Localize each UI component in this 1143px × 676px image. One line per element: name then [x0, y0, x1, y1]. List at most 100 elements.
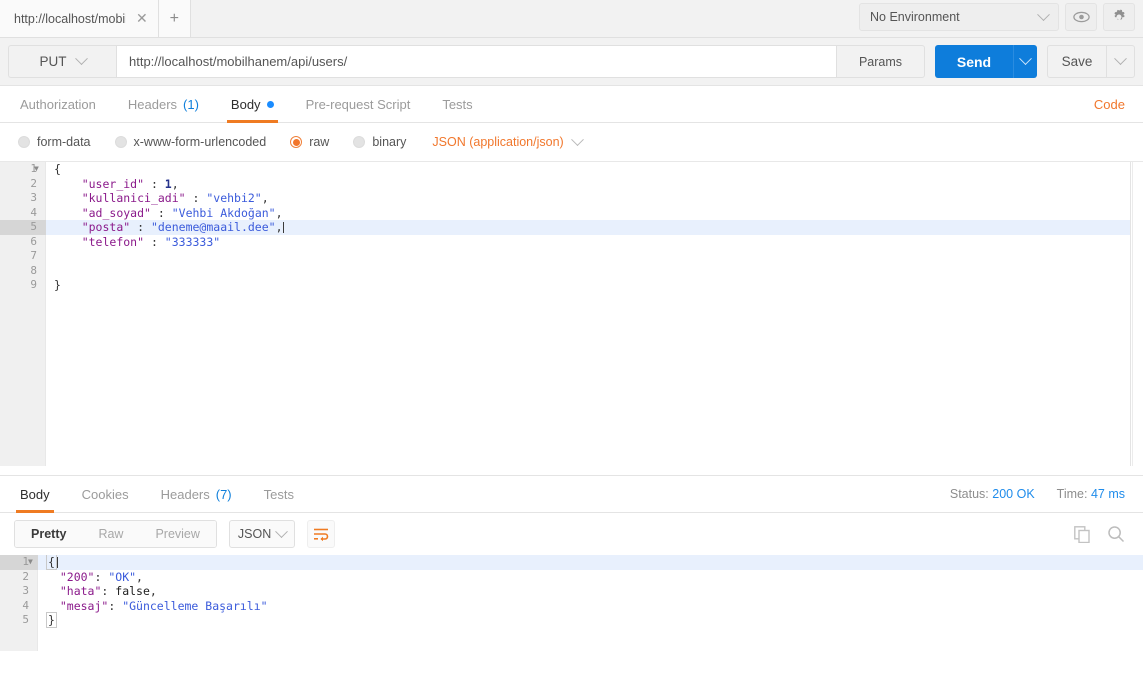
new-tab-button[interactable]: + — [158, 0, 191, 37]
status-label: Status: — [949, 487, 989, 501]
response-toolbar: Pretty Raw Preview JSON — [0, 513, 1143, 555]
body-type-binary[interactable]: binary — [343, 135, 416, 149]
tab-body[interactable]: Body — [215, 86, 290, 123]
tab-pre-request-script[interactable]: Pre-request Script — [290, 86, 427, 123]
response-separator — [0, 466, 1143, 476]
line-number: 2 — [22, 569, 29, 583]
body-type-raw[interactable]: raw — [280, 135, 339, 149]
tab-tests[interactable]: Tests — [426, 86, 488, 123]
save-options-button[interactable] — [1107, 45, 1135, 78]
tab-headers[interactable]: Headers (1) — [112, 86, 215, 123]
code-line[interactable]: 4 "ad_soyad" : "Vehbi Akdoğan", — [0, 206, 1130, 221]
http-method-select[interactable]: PUT — [8, 45, 116, 78]
settings-button[interactable] — [1103, 3, 1135, 31]
text-cursor — [56, 557, 58, 569]
content-type-select[interactable]: JSON (application/json) — [432, 132, 584, 149]
code-line[interactable]: 5} — [0, 612, 1143, 629]
view-mode-preview[interactable]: Preview — [139, 521, 216, 547]
http-method-label: PUT — [39, 54, 67, 69]
body-type-form-data[interactable]: form-data — [8, 135, 101, 149]
code-line[interactable]: 5 "posta" : "deneme@maail.dee", — [0, 220, 1130, 235]
response-format-label: JSON — [237, 527, 272, 541]
chevron-down-icon — [1037, 7, 1050, 21]
fold-toggle-icon[interactable]: ▼ — [34, 162, 39, 177]
body-type-row: form-data x-www-form-urlencoded raw bina… — [0, 123, 1143, 161]
line-number: 7 — [30, 249, 37, 262]
environment-label: No Environment — [870, 10, 960, 24]
code-line[interactable]: 6 "telefon" : "333333" — [0, 235, 1130, 250]
chevron-down-icon — [1019, 52, 1032, 66]
code-line[interactable]: 7 — [0, 249, 1130, 264]
tab-label: Body — [20, 486, 50, 502]
search-icon[interactable] — [1107, 525, 1125, 543]
code-line[interactable]: 9} — [0, 278, 1130, 293]
response-view-mode-group: Pretty Raw Preview — [14, 520, 217, 548]
request-tab-title: http://localhost/mobil — [14, 11, 126, 26]
tab-authorization[interactable]: Authorization — [4, 86, 112, 123]
environment-select[interactable]: No Environment — [859, 3, 1059, 31]
response-tab-headers[interactable]: Headers (7) — [145, 476, 248, 513]
code-text: } — [54, 278, 61, 293]
request-editor-scrollbar[interactable] — [1132, 162, 1143, 466]
params-button[interactable]: Params — [837, 45, 925, 78]
body-modified-dot-icon — [266, 100, 274, 108]
code-text: "posta" : "deneme@maail.dee", — [81, 220, 284, 235]
send-group: Send — [935, 45, 1037, 78]
headers-count: (1) — [183, 96, 199, 112]
request-body-editor[interactable]: 1 ▼{2 "user_id" : 1, 3 "kullanici_adi" : "… — [0, 161, 1143, 466]
fold-toggle-icon[interactable]: ▼ — [28, 555, 33, 570]
tab-label: Headers — [127, 96, 178, 112]
code-line[interactable]: 1 ▼{ — [0, 555, 1143, 571]
code-line[interactable]: 2 "user_id" : 1, — [0, 177, 1130, 192]
response-headers-count: (7) — [215, 486, 232, 502]
environment-quick-look-button[interactable] — [1065, 3, 1097, 31]
view-mode-pretty[interactable]: Pretty — [15, 521, 83, 547]
view-mode-raw[interactable]: Raw — [82, 521, 140, 547]
body-type-urlencoded[interactable]: x-www-form-urlencoded — [105, 135, 277, 149]
save-button[interactable]: Save — [1047, 45, 1107, 78]
request-tabs: Authorization Headers (1) Body Pre-reque… — [0, 86, 1143, 123]
request-code-area[interactable]: 1 ▼{2 "user_id" : 1, 3 "kullanici_adi" : "… — [0, 162, 1130, 466]
code-line[interactable]: 8 — [0, 264, 1130, 279]
response-format-select[interactable]: JSON — [228, 520, 295, 548]
code-line[interactable]: 3 "hata": false, — [0, 584, 1143, 599]
tab-label: Tests — [442, 96, 473, 112]
word-wrap-button[interactable] — [306, 520, 335, 548]
close-icon[interactable]: ✕ — [136, 12, 148, 26]
radio-icon-selected — [290, 136, 303, 148]
status-badge: Status: 200 OK — [950, 487, 1035, 501]
chevron-down-icon — [275, 524, 288, 538]
line-number: 8 — [30, 263, 37, 277]
chevron-down-icon — [74, 52, 88, 66]
environment-controls: No Environment — [859, 3, 1135, 31]
code-line[interactable]: 4 "mesaj": "Güncelleme Başarılı" — [0, 599, 1143, 614]
code-line[interactable]: 3 "kullanici_adi" : "vehbi2", — [0, 191, 1130, 206]
code-line[interactable]: 2 "200": "OK", — [0, 570, 1143, 585]
content-type-label: JSON (application/json) — [432, 135, 564, 149]
code-line[interactable]: 1 ▼{ — [0, 162, 1130, 177]
word-wrap-icon — [313, 528, 329, 541]
response-actions — [1074, 525, 1125, 543]
code-text: "user_id" : 1, — [81, 176, 179, 191]
code-text: "telefon" : "333333" — [81, 234, 221, 249]
code-link[interactable]: Code — [1094, 97, 1125, 112]
tab-label: Body — [230, 96, 261, 112]
response-body-viewer[interactable]: 1 ▼{2 "200": "OK", 3 "hata": false, 4 "mesa… — [0, 555, 1143, 651]
url-bar: PUT http://localhost/mobilhanem/api/user… — [0, 38, 1143, 86]
response-tab-tests[interactable]: Tests — [248, 476, 310, 513]
radio-icon — [114, 136, 127, 148]
tab-bar: http://localhost/mobil ✕ + No Environmen… — [0, 0, 1143, 38]
response-tab-body[interactable]: Body — [4, 476, 66, 513]
response-code-area[interactable]: 1 ▼{2 "200": "OK", 3 "hata": false, 4 "mesa… — [0, 555, 1143, 629]
line-number: 6 — [30, 234, 37, 248]
response-tab-cookies[interactable]: Cookies — [66, 476, 145, 513]
send-options-button[interactable] — [1013, 45, 1037, 78]
send-button[interactable]: Send — [935, 45, 1013, 78]
url-input[interactable]: http://localhost/mobilhanem/api/users/ — [116, 45, 837, 78]
code-text: "ad_soyad" : "Vehbi Akdoğan", — [81, 205, 283, 220]
code-text: } — [46, 612, 57, 629]
code-text: "hata": false, — [59, 584, 157, 599]
code-text: { — [54, 162, 61, 177]
request-tab[interactable]: http://localhost/mobil ✕ — [0, 0, 159, 37]
copy-icon[interactable] — [1074, 525, 1091, 543]
